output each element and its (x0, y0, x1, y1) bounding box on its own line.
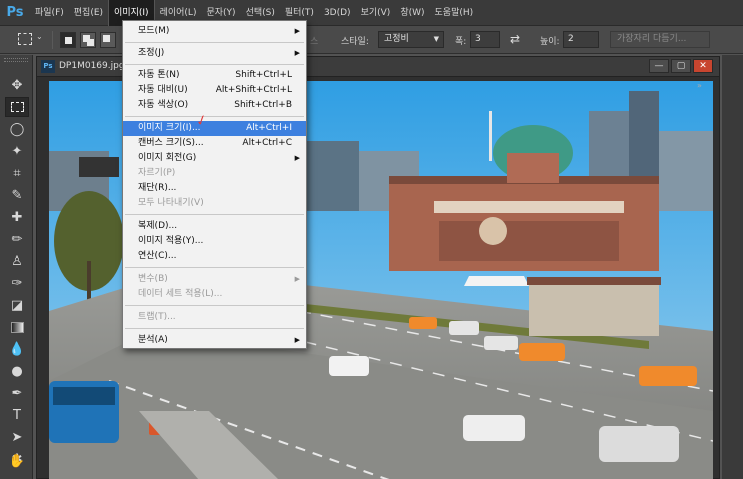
menu-separator (125, 116, 304, 117)
chevron-down-icon[interactable]: ⌄ (36, 32, 43, 41)
menu-item-auto-contrast[interactable]: 자동 대비(U) Alt+Shift+Ctrl+L (123, 83, 306, 98)
brush-tool-icon[interactable]: ✏ (5, 229, 29, 249)
menu-item-calculations[interactable]: 연산(C)... (123, 249, 306, 264)
minimize-icon[interactable]: — (649, 59, 669, 73)
menu-item-reveal-all: 모두 나타내기(V) (138, 198, 204, 208)
lasso-tool-icon[interactable]: ◯ (5, 119, 29, 139)
menu-window[interactable]: 창(W) (395, 0, 429, 26)
menu-item-auto-tone[interactable]: 자동 톤(N) Shift+Ctrl+L (123, 68, 306, 83)
menu-edit[interactable]: 편집(E) (69, 0, 108, 26)
magic-wand-tool-icon[interactable]: ✦ (5, 141, 29, 161)
menu-3d[interactable]: 3D(D) (319, 0, 356, 26)
menu-item-variables: 변수(B) ▶ (123, 272, 306, 287)
divider (52, 31, 53, 49)
maximize-icon[interactable]: ▢ (671, 59, 691, 73)
path-selection-tool-icon[interactable]: ➤ (5, 427, 29, 447)
hand-tool-icon[interactable]: ✋ (5, 451, 29, 471)
eyedropper-tool-icon[interactable]: ✎ (5, 185, 29, 205)
menu-help[interactable]: 도움말(H) (430, 0, 479, 26)
menu-item-apply-data-set: 데이터 세트 적용(L)... (138, 289, 223, 299)
dodge-tool-icon[interactable]: ● (5, 361, 29, 381)
marquee-tool-icon[interactable] (5, 97, 29, 117)
blur-tool-icon[interactable]: 💧 (5, 339, 29, 359)
width-input[interactable]: 3 (470, 31, 500, 48)
menu-separator (125, 267, 304, 268)
chevron-down-icon: ▼ (433, 35, 439, 43)
panel-grip[interactable] (4, 58, 28, 62)
document-title: DP1M0169.jpg (59, 61, 125, 71)
menu-separator (125, 214, 304, 215)
style-select-value: 고정비 (384, 34, 409, 44)
history-brush-tool-icon[interactable]: ✑ (5, 273, 29, 293)
width-label: 폭: (455, 37, 467, 47)
menu-item-image-rotation[interactable]: 이미지 회전(G) ▶ (123, 151, 306, 166)
hidden-option-label: 스 (310, 37, 319, 47)
submenu-arrow-icon: ▶ (294, 27, 300, 35)
style-select[interactable]: 고정비 ▼ (378, 31, 444, 48)
type-tool-icon[interactable]: T (5, 405, 29, 425)
refine-edge-button[interactable]: 가장자리 다듬기... (610, 31, 710, 48)
subtract-selection-mode-button[interactable] (100, 32, 116, 48)
menu-item-adjustments[interactable]: 조정(J) ▶ (123, 46, 306, 61)
clone-stamp-tool-icon[interactable]: ♙ (5, 251, 29, 271)
menu-separator (125, 305, 304, 306)
menu-item-analysis[interactable]: 분석(A) ▶ (123, 333, 306, 348)
height-label: 높이: (540, 37, 560, 47)
height-input[interactable]: 2 (563, 31, 599, 48)
pen-tool-icon[interactable]: ✒ (5, 383, 29, 403)
right-panel-strip (722, 55, 743, 479)
menu-item-trim[interactable]: 재단(R)... (123, 181, 306, 196)
menu-item-auto-color[interactable]: 자동 색상(O) Shift+Ctrl+B (123, 98, 306, 113)
image-menu-dropdown: 모드(M) ▶ 조정(J) ▶ 자동 톤(N) Shift+Ctrl+L 자동 대비(… (122, 20, 307, 349)
marquee-preset-icon[interactable] (18, 33, 32, 45)
photoshop-logo: Ps (6, 5, 24, 20)
tools-panel: ✥ ◯ ✦ ⌗ ✎ ✚ ✏ ♙ ✑ ◪ 💧 ● ✒ T ➤ ✱ ✋ (0, 55, 33, 479)
swap-dimensions-icon[interactable]: ⇄ (510, 32, 520, 46)
menu-item-image-size[interactable]: 이미지 크기(I)... Alt+Ctrl+I (123, 121, 306, 136)
menu-item-duplicate[interactable]: 복제(D)... (123, 219, 306, 234)
add-selection-mode-button[interactable] (80, 32, 96, 48)
healing-brush-tool-icon[interactable]: ✚ (5, 207, 29, 227)
menu-separator (125, 328, 304, 329)
menu-item-apply-image[interactable]: 이미지 적용(Y)... (123, 234, 306, 249)
crop-tool-icon[interactable]: ⌗ (5, 163, 29, 183)
menu-separator (125, 64, 304, 65)
submenu-arrow-icon: ▶ (294, 336, 300, 344)
menu-file[interactable]: 파일(F) (30, 0, 69, 26)
menu-view[interactable]: 보기(V) (356, 0, 396, 26)
menu-item-mode[interactable]: 모드(M) ▶ (123, 24, 306, 39)
collapse-arrows-icon[interactable]: » (697, 81, 702, 90)
options-bar: ⌄ 스 스타일: 고정비 ▼ 폭: 3 ⇄ 높이: 2 가장자리 다듬기... (0, 26, 743, 54)
ps-document-icon: Ps (41, 60, 55, 73)
menu-item-trap: 트랩(T)... (138, 312, 176, 322)
submenu-arrow-icon: ▶ (294, 275, 300, 283)
move-tool-icon[interactable]: ✥ (5, 75, 29, 95)
style-label: 스타일: (341, 37, 369, 47)
submenu-arrow-icon: ▶ (294, 154, 300, 162)
gradient-tool-icon[interactable] (5, 317, 29, 337)
close-icon[interactable]: ✕ (693, 59, 713, 73)
submenu-arrow-icon: ▶ (294, 49, 300, 57)
menu-bar: Ps 파일(F) 편집(E) 이미지(I) 레이어(L) 문자(Y) 선택(S)… (0, 0, 743, 26)
eraser-tool-icon[interactable]: ◪ (5, 295, 29, 315)
menu-item-canvas-size[interactable]: 캔버스 크기(S)... Alt+Ctrl+C (123, 136, 306, 151)
menu-separator (125, 42, 304, 43)
menu-item-crop: 자르기(P) (138, 168, 176, 178)
new-selection-mode-button[interactable] (60, 32, 76, 48)
